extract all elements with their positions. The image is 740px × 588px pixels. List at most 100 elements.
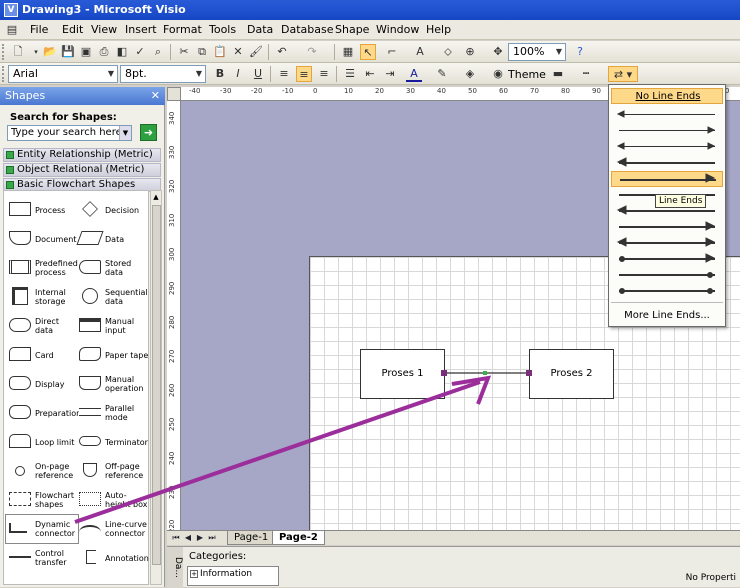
shape-terminator[interactable]: Terminator [76,428,148,456]
connection-point-icon[interactable]: ⊕ [462,44,478,60]
decrease-indent-icon[interactable]: ⇤ [362,66,378,82]
theme-button[interactable]: Theme [508,68,546,81]
shape-display[interactable]: Display [6,370,78,398]
paste-icon[interactable]: 📋 [212,44,228,60]
save-icon[interactable]: 💾 [60,44,76,60]
bullets-icon[interactable]: ☰ [342,66,358,82]
font-size-combo[interactable]: 8pt. ▼ [120,65,206,83]
fill-color-icon[interactable]: ◈ [462,66,478,82]
shape-dynamic-connector[interactable]: Dynamic connector [5,514,79,544]
expand-icon[interactable]: + [190,570,198,578]
line-end-option-12[interactable] [611,283,723,299]
permission-icon[interactable]: ▣ [78,44,94,60]
chevron-down-icon[interactable]: ▼ [553,44,565,60]
next-page-icon[interactable]: ▶ [195,533,205,543]
shape-proses-1[interactable]: Proses 1 [360,349,445,399]
cut-icon[interactable]: ✂ [176,44,192,60]
shape-stored-data[interactable]: Stored data [76,254,148,282]
align-center-icon[interactable]: ≡ [296,66,312,82]
spelling-icon[interactable]: ✓ [132,44,148,60]
shape-auto-height-box[interactable]: Auto-height box [76,486,148,514]
line-end-option-5[interactable] [611,171,723,187]
menu-insert[interactable]: Insert [125,23,157,36]
toolbar-grip[interactable] [2,66,5,82]
bold-icon[interactable]: B [212,66,228,82]
first-page-icon[interactable]: ⏮ [171,533,181,543]
shape-data[interactable]: Data [76,225,148,253]
menu-window[interactable]: Window [376,23,419,36]
align-left-icon[interactable]: ≡ [276,66,292,82]
shape-parallel-mode[interactable]: Parallel mode [76,399,148,427]
shape-card[interactable]: Card [6,341,78,369]
stencil-object-relational[interactable]: Object Relational (Metric) [3,163,161,177]
close-icon[interactable]: ✕ [151,87,160,105]
shape-on-page-reference[interactable]: On-page reference [6,457,78,485]
menu-help[interactable]: Help [426,23,451,36]
shape-control-transfer[interactable]: Control transfer [6,544,78,572]
delete-icon[interactable]: ✕ [230,44,246,60]
shape-preparation[interactable]: Preparation [6,399,81,427]
toolbar-grip[interactable] [2,44,5,60]
shapes-scrollbar[interactable]: ▲ [150,190,162,585]
pan-icon[interactable]: ✥ [490,44,506,60]
chevron-down-icon[interactable]: ▼ [105,66,117,82]
drawing-tools-icon[interactable]: ⬦ [440,44,456,60]
undo-icon[interactable]: ↶ [274,44,290,60]
line-weight-icon[interactable]: ▬ [550,66,566,82]
shape-direct-data[interactable]: Direct data [6,312,78,340]
menu-format[interactable]: Format [163,23,202,36]
shape-line-curve-connector[interactable]: Line-curve connector [76,515,148,543]
menu-database[interactable]: Database [281,23,334,36]
shape-decision[interactable]: Decision [76,196,148,224]
shapes-window-icon[interactable]: ▦ [340,44,356,60]
line-end-option-9[interactable] [611,235,723,251]
document-icon[interactable]: ▤ [4,22,20,38]
menu-data[interactable]: Data [247,23,273,36]
last-page-icon[interactable]: ⏭ [207,533,217,543]
line-end-option-10[interactable] [611,251,723,267]
print-icon[interactable]: ⎙ [96,44,112,60]
underline-icon[interactable]: U [250,66,266,82]
shape-document[interactable]: Document [6,225,78,253]
line-end-option-4[interactable] [611,155,723,171]
stencil-entity-relationship[interactable]: Entity Relationship (Metric) [3,148,161,162]
shape-loop-limit[interactable]: Loop limit [6,428,78,456]
shape-off-page-reference[interactable]: Off-page reference [76,457,148,485]
prev-page-icon[interactable]: ◀ [183,533,193,543]
shape-manual-operation[interactable]: Manual operation [76,370,148,398]
tab-page-2[interactable]: Page-2 [272,531,325,545]
text-tool-icon[interactable]: A [412,44,428,60]
line-pattern-icon[interactable]: ┅ [578,66,594,82]
theme-icon[interactable]: ◉ [490,66,506,82]
line-end-option-11[interactable] [611,267,723,283]
more-line-ends-item[interactable]: More Line Ends... [611,308,723,324]
menu-tools[interactable]: Tools [209,23,236,36]
menu-file[interactable]: File [30,23,48,36]
scrollbar-thumb[interactable] [152,205,161,565]
redo-icon[interactable]: ↷ [304,44,320,60]
line-end-option-1[interactable] [611,107,723,123]
shape-flowchart-shapes[interactable]: Flowchart shapes [6,486,78,514]
search-go-button[interactable]: ➜ [140,124,157,141]
panel-vertical-label[interactable]: Da... [167,547,183,588]
pointer-tool-icon[interactable]: ↖ [360,44,376,60]
font-combo[interactable]: Arial ▼ [8,65,118,83]
chevron-down-icon[interactable]: ▼ [119,126,131,140]
chevron-down-icon[interactable]: ▼ [193,66,205,82]
ruler-left[interactable]: 340 330 320 310 300 290 280 270 260 250 240 230 220 [167,101,181,530]
new-icon[interactable]: 🗋 [10,44,26,60]
shape-search-input[interactable]: Type your search here ▼ [7,125,132,141]
line-color-icon[interactable]: ✎ [434,66,450,82]
line-end-option-2[interactable] [611,123,723,139]
font-color-icon[interactable]: A [406,66,422,82]
connector-tool-icon[interactable]: ⌐ [384,44,400,60]
italic-icon[interactable]: I [230,66,246,82]
shape-predefined-process[interactable]: Predefined process [6,254,78,282]
line-end-option-3[interactable] [611,139,723,155]
visio-app-icon[interactable]: V [4,3,18,17]
categories-list[interactable]: + Information [187,566,279,586]
copy-icon[interactable]: ⧉ [194,44,210,60]
scroll-up-icon[interactable]: ▲ [151,191,161,203]
menu-shape[interactable]: Shape [335,23,369,36]
line-end-option-8[interactable] [611,219,723,235]
